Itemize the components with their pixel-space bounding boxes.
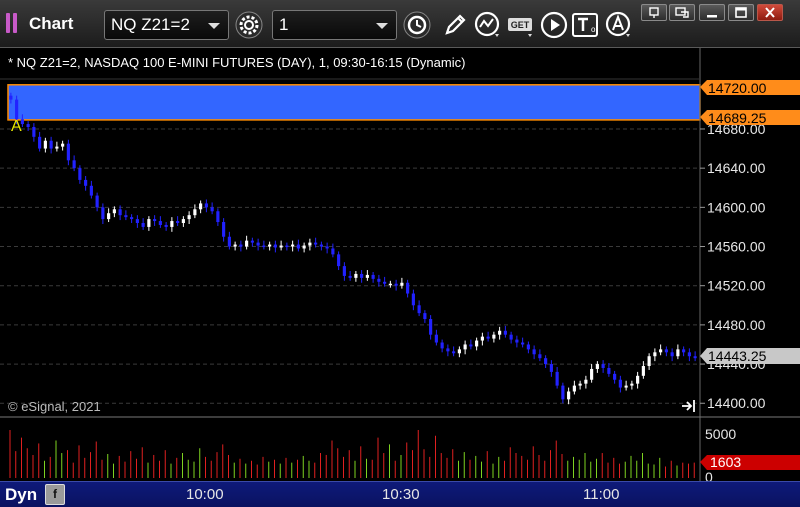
minimize-button[interactable]	[699, 4, 725, 21]
band-low-label: 14689.25	[700, 110, 800, 126]
price-tick-label: 14480.00	[707, 317, 766, 333]
price-band-highlight[interactable]	[7, 84, 701, 121]
play-icon[interactable]	[539, 10, 569, 40]
clock-icon[interactable]	[402, 10, 432, 40]
price-tick-label: 14640.00	[707, 160, 766, 176]
chart-app-icon	[6, 13, 20, 33]
volume-last-label: 1603	[700, 454, 800, 470]
svg-text:GET: GET	[511, 20, 530, 30]
indicator-icon[interactable]	[473, 10, 503, 40]
symbol-dropdown-caret[interactable]	[208, 23, 220, 29]
band-high-label: 14720.00	[700, 80, 800, 96]
get-icon[interactable]: GET	[506, 10, 536, 40]
interval-value: 1	[279, 15, 289, 34]
link-window-button[interactable]	[669, 4, 695, 21]
volume-axis-zero: 0	[705, 469, 713, 481]
gear-icon[interactable]	[234, 10, 264, 40]
esignal-watermark: © eSignal, 2021	[8, 399, 101, 414]
time-label-1030: 10:30	[382, 486, 420, 503]
close-button[interactable]	[757, 4, 783, 21]
chart-toolbar: Chart NQ Z21=2 1 GET o	[0, 0, 800, 48]
price-tick-label: 14560.00	[707, 239, 766, 255]
time-label-1100: 11:00	[583, 486, 620, 503]
symbol-value: NQ Z21=2	[111, 15, 190, 34]
pencil-icon[interactable]	[440, 10, 470, 40]
time-label-1000: 10:00	[186, 486, 224, 503]
svg-text:o: o	[591, 25, 596, 34]
maximize-button[interactable]	[728, 4, 754, 21]
interval-dropdown-caret[interactable]	[376, 23, 388, 29]
symbol-input[interactable]: NQ Z21=2	[104, 10, 229, 40]
svg-text:14443.25: 14443.25	[708, 348, 767, 364]
time-mode-label[interactable]: Dyn	[5, 485, 37, 505]
alert-icon[interactable]	[604, 10, 634, 40]
price-tick-label: 14520.00	[707, 278, 766, 294]
price-band-layer	[7, 84, 701, 121]
svg-text:1603: 1603	[710, 454, 741, 470]
window-title: Chart	[29, 14, 74, 33]
annotation-letter-a[interactable]: A	[11, 118, 22, 135]
chart-header-text: * NQ Z21=2, NASDAQ 100 E-MINI FUTURES (D…	[8, 55, 465, 70]
price-tick-label: 14400.00	[707, 395, 766, 411]
function-button[interactable]: f	[45, 484, 65, 505]
svg-text:14720.00: 14720.00	[708, 80, 767, 96]
price-tick-label: 14600.00	[707, 199, 766, 215]
svg-text:14689.25: 14689.25	[708, 110, 767, 126]
text-icon[interactable]: o	[570, 10, 600, 40]
interval-input[interactable]: 1	[272, 10, 397, 40]
chart-canvas[interactable]: * NQ Z21=2, NASDAQ 100 E-MINI FUTURES (D…	[0, 48, 800, 481]
last-price-label: 14443.25	[700, 348, 800, 364]
time-axis-bar[interactable]: Dyn f 10:00 10:30 11:00	[0, 481, 800, 507]
volume-axis-max: 5000	[705, 426, 736, 442]
pin-window-button[interactable]	[641, 4, 667, 21]
